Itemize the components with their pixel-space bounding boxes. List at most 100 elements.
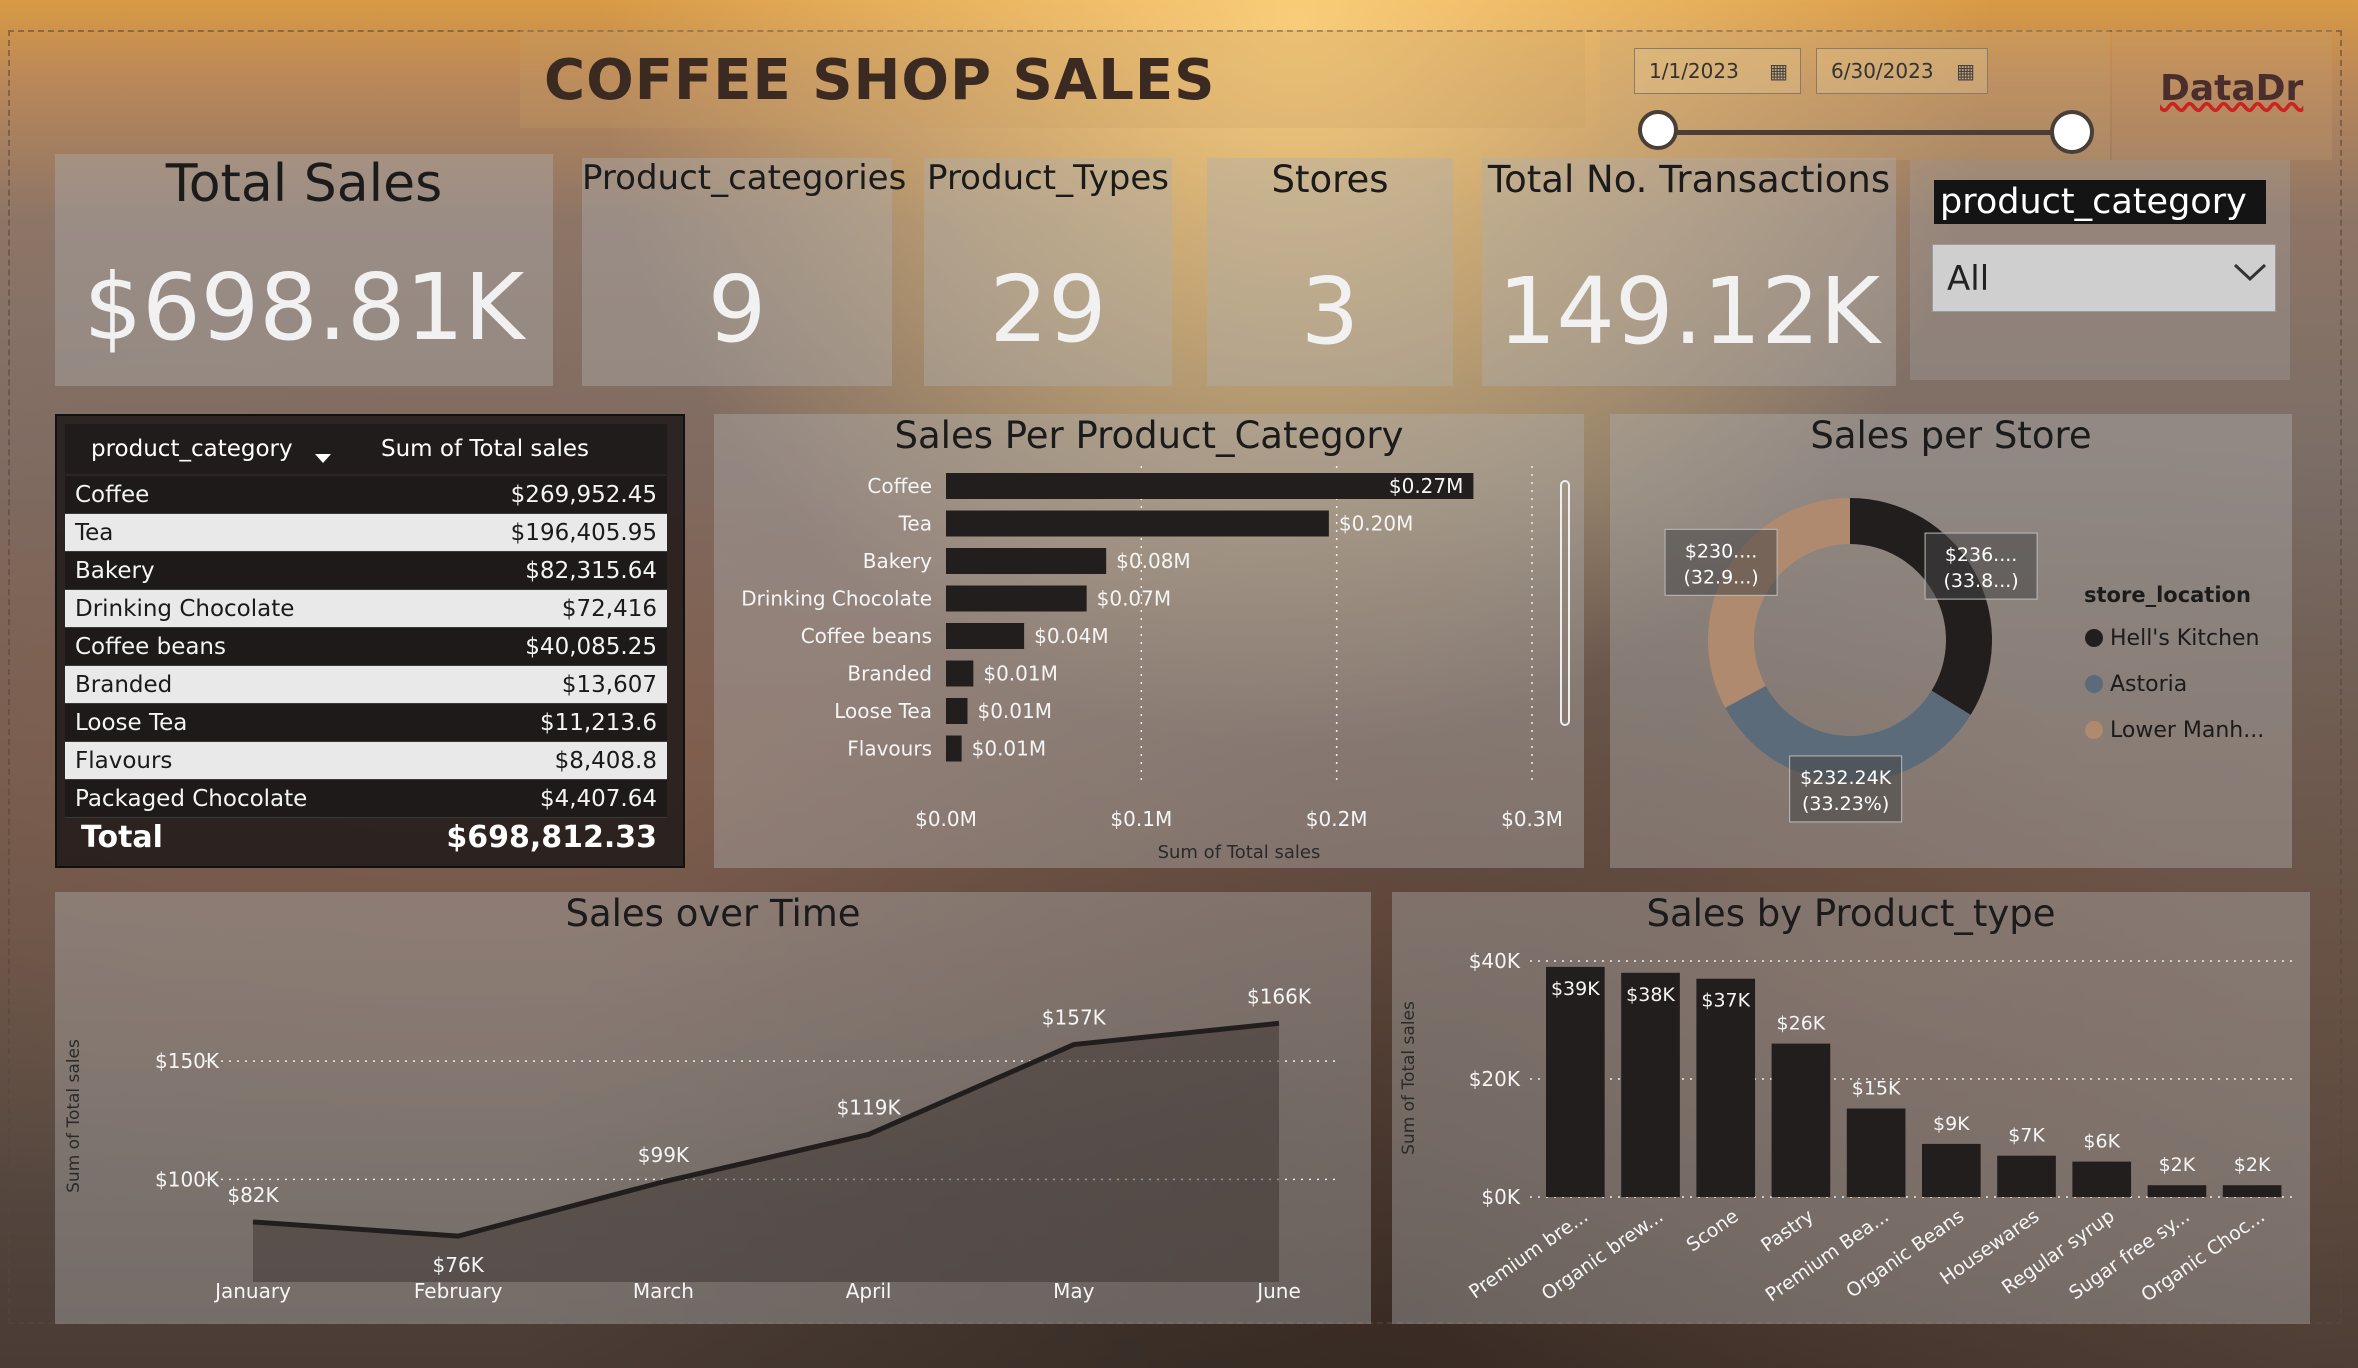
table-grid: Coffee $269,952.45 Tea $196,405.95 Bakery $82… <box>65 476 667 818</box>
y-tick-label: $20K <box>1469 1067 1521 1091</box>
data-label: $230.... <box>1685 540 1758 562</box>
data-label: $0.01M <box>983 662 1058 686</box>
category-sales-table: product_category Sum of Total sales Coff… <box>55 414 685 868</box>
bar <box>946 510 1329 537</box>
category-dropdown[interactable]: All <box>1932 244 2276 312</box>
x-tick-label: April <box>846 1279 892 1303</box>
legend-item: Lower Manh... <box>2110 718 2264 743</box>
cell-sales: $11,213.6 <box>427 703 667 742</box>
store-donut-svg: $236.... (33.8...) $232.24K (33.23%) $230...… <box>1664 498 2264 823</box>
bar <box>1771 1043 1831 1197</box>
data-label: $7K <box>2008 1125 2045 1147</box>
sales-per-category-chart: Sales Per Product_Category $0.0M $0.1M $0.… <box>714 414 1584 868</box>
kpi-transactions: Total No. Transactions 149.12K <box>1482 158 1896 386</box>
category-filter: product_category All <box>1910 160 2290 380</box>
cell-sales: $13,607 <box>427 665 667 704</box>
bar <box>2222 1185 2282 1197</box>
data-label: $119K <box>837 1095 902 1119</box>
data-label: $39K <box>1551 978 1600 1000</box>
kpi-label: Product_categories <box>582 158 907 198</box>
start-date-input[interactable]: 1/1/2023 ▦ <box>1634 48 1801 94</box>
table-row[interactable]: Bakery $82,315.64 <box>65 551 667 590</box>
bar <box>946 585 1087 612</box>
kpi-stores: Stores 3 <box>1207 158 1453 386</box>
table-row[interactable]: Coffee beans $40,085.25 <box>65 627 667 666</box>
category-label: Branded <box>847 662 932 686</box>
cell-category: Coffee <box>65 476 428 514</box>
bar <box>946 548 1107 574</box>
data-label: (33.8...) <box>1943 570 2018 592</box>
data-label: $0.04M <box>1034 624 1109 648</box>
y-axis-title: Sum of Total sales <box>1399 1001 1419 1155</box>
x-tick-label: February <box>414 1279 503 1303</box>
data-label: $0.27M <box>1389 474 1464 498</box>
total-value: $698,812.33 <box>446 820 657 855</box>
category-label: Coffee beans <box>801 624 932 648</box>
end-date-input[interactable]: 6/30/2023 ▦ <box>1816 48 1988 94</box>
kpi-label: Total No. Transactions <box>1487 158 1891 201</box>
bar <box>2072 1161 2132 1197</box>
start-date-value: 1/1/2023 <box>1649 59 1739 83</box>
calendar-icon[interactable]: ▦ <box>1956 59 1975 83</box>
cell-sales: $196,405.95 <box>427 513 667 552</box>
bar <box>946 623 1025 649</box>
kpi-value: 149.12K <box>1497 258 1881 365</box>
date-slider-track[interactable] <box>1660 130 2075 135</box>
data-label: $99K <box>638 1143 690 1167</box>
x-axis-title: Sum of Total sales <box>1158 842 1321 863</box>
data-label: $0.08M <box>1116 549 1191 573</box>
cell-sales: $8,408.8 <box>427 741 667 780</box>
y-tick-label: $100K <box>155 1167 220 1191</box>
cell-category: Coffee beans <box>65 627 428 666</box>
sort-desc-icon[interactable] <box>315 454 331 463</box>
cell-category: Packaged Chocolate <box>65 779 428 818</box>
column-header-category[interactable]: product_category <box>91 436 293 462</box>
bar <box>2147 1185 2207 1197</box>
data-label: $15K <box>1852 1078 1901 1100</box>
cell-sales: $40,085.25 <box>427 627 667 666</box>
dropdown-selected-value: All <box>1947 259 1990 299</box>
bar <box>946 735 962 762</box>
cell-category: Branded <box>65 665 428 704</box>
legend-item: Hell's Kitchen <box>2110 626 2260 651</box>
x-tick-label: $0.3M <box>1501 807 1563 831</box>
kpi-value: 29 <box>989 256 1107 363</box>
data-label: $2K <box>2159 1154 2196 1176</box>
cell-category: Loose Tea <box>65 703 428 742</box>
chevron-down-icon[interactable] <box>2233 261 2267 291</box>
date-slider-start-handle[interactable] <box>1638 110 1678 150</box>
date-slider-end-handle[interactable] <box>2050 110 2094 154</box>
data-label: $0.01M <box>972 737 1047 761</box>
legend-swatch <box>2085 629 2103 647</box>
bar <box>1922 1143 1981 1197</box>
legend-swatch <box>2085 721 2103 739</box>
x-tick-label: Organic Choc... <box>2137 1205 2269 1306</box>
x-tick-label: Scone <box>1683 1205 1743 1256</box>
bar <box>1621 972 1680 1197</box>
data-label: (33.23%) <box>1802 793 1889 815</box>
table-row[interactable]: Tea $196,405.95 <box>65 513 667 552</box>
table-row[interactable]: Packaged Chocolate $4,407.64 <box>65 779 667 818</box>
bar <box>946 660 974 687</box>
table-row[interactable]: Coffee $269,952.45 <box>65 476 667 514</box>
cell-category: Tea <box>65 513 428 552</box>
page-title: COFFEE SHOP SALES <box>544 48 1216 113</box>
column-header-sales[interactable]: Sum of Total sales <box>381 436 589 462</box>
table-row[interactable]: Drinking Chocolate $72,416 <box>65 589 667 628</box>
brand-logo: DataDr <box>2160 68 2304 109</box>
calendar-icon[interactable]: ▦ <box>1769 59 1788 83</box>
category-label: Drinking Chocolate <box>741 587 932 611</box>
sales-per-store-chart: Sales per Store $236.... (33.8...) $232.24… <box>1610 414 2292 868</box>
bar <box>1846 1108 1906 1197</box>
table-row[interactable]: Loose Tea $11,213.6 <box>65 703 667 742</box>
data-label: $0.01M <box>977 699 1052 723</box>
kpi-product-categories: Product_categories 9 <box>582 158 907 386</box>
data-label: $26K <box>1777 1013 1826 1035</box>
table-row[interactable]: Flavours $8,408.8 <box>65 741 667 780</box>
kpi-value: $698.81K <box>83 254 525 361</box>
scrollbar[interactable] <box>1560 480 1570 726</box>
table-row[interactable]: Branded $13,607 <box>65 665 667 704</box>
y-tick-label: $150K <box>155 1049 220 1073</box>
data-label: $157K <box>1042 1006 1107 1030</box>
legend-swatch <box>2085 675 2103 693</box>
